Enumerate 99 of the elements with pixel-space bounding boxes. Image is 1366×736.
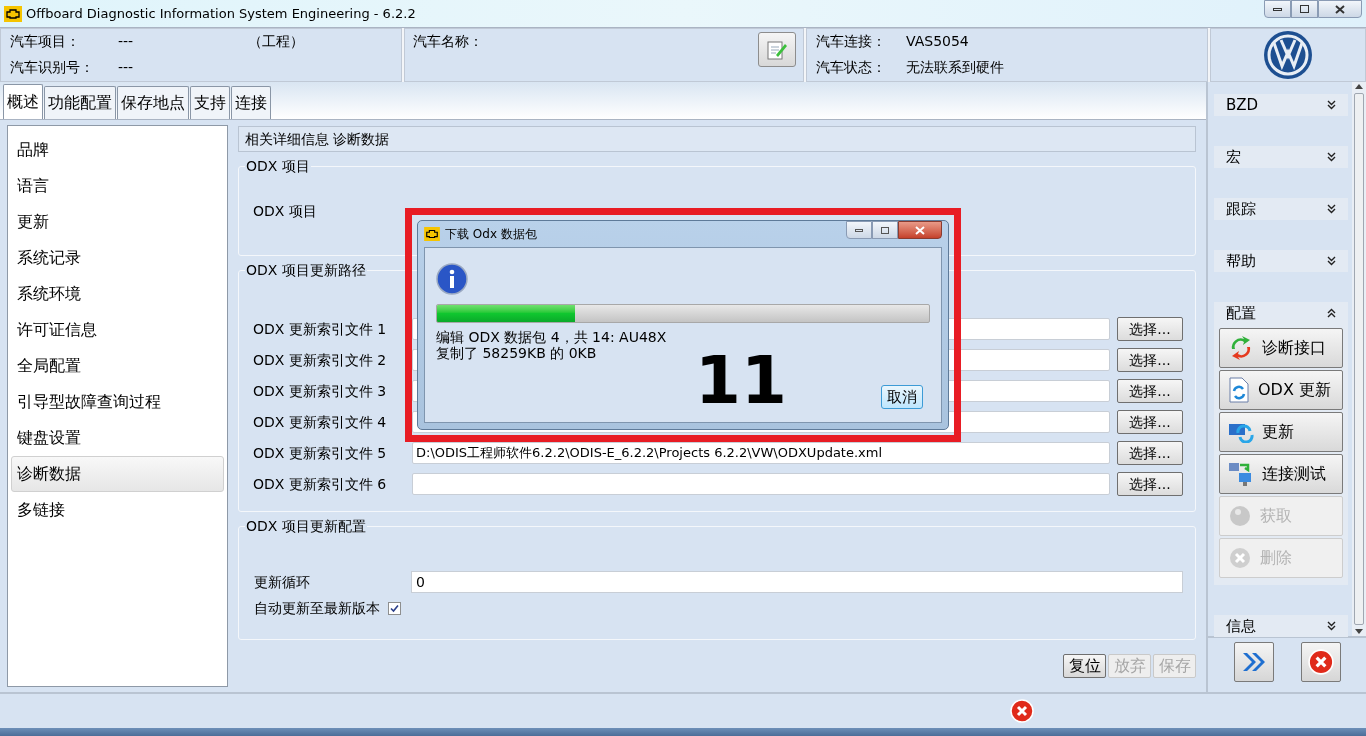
sidebar-item[interactable]: 系统环境: [11, 276, 224, 312]
field-label: ODX 更新索引文件 2: [253, 350, 388, 370]
browse-button[interactable]: 选择...: [1117, 317, 1183, 341]
exit-button[interactable]: [1300, 642, 1341, 682]
maximize-button[interactable]: [1291, 0, 1318, 18]
close-icon: [915, 225, 925, 235]
tab[interactable]: 连接: [231, 86, 271, 119]
sidebar-item[interactable]: 多链接: [11, 492, 224, 528]
panel-header[interactable]: BZD: [1214, 94, 1348, 116]
panel-header[interactable]: 信息: [1214, 615, 1348, 637]
field-label: ODX 更新索引文件 6: [253, 474, 388, 494]
close-icon: [1335, 4, 1345, 14]
field-label: 汽车连接：: [816, 32, 887, 51]
status-text: 编辑 ODX 数据包 4，共 14: AU48X: [436, 329, 668, 345]
scroll-down-icon[interactable]: [1355, 629, 1363, 634]
close-icon[interactable]: [1307, 649, 1334, 675]
field-value: ---: [118, 32, 135, 51]
tab[interactable]: 支持: [190, 86, 230, 119]
sidebar-item[interactable]: 更新: [11, 204, 224, 240]
field-label: ODX 更新索引文件 4: [253, 412, 388, 432]
engine-icon: [4, 5, 22, 22]
status-text: 复制了 58259KB 的 0KB: [436, 345, 598, 361]
sidebar-item[interactable]: 系统记录: [11, 240, 224, 276]
window-title: Offboard Diagnostic Information System Engineering - 6.2.2: [26, 4, 416, 23]
scroll-up-icon[interactable]: [1355, 84, 1363, 89]
field-label: ODX 更新索引文件 5: [253, 443, 388, 463]
engine-icon: [424, 227, 440, 241]
scrollbar[interactable]: [1352, 82, 1366, 636]
sidebar-item[interactable]: 语言: [11, 168, 224, 204]
field-label: 汽车识别号：: [10, 58, 95, 77]
tab[interactable]: 保存地点: [117, 86, 189, 119]
error-icon[interactable]: [1010, 699, 1034, 723]
sidebar-item[interactable]: 品牌: [11, 132, 224, 168]
field-value: ---: [118, 58, 134, 77]
field-value: （工程）: [248, 32, 304, 51]
collapse-icon[interactable]: [1327, 308, 1336, 318]
field-label: 汽车状态：: [816, 58, 887, 77]
browse-button[interactable]: 选择...: [1117, 472, 1183, 496]
sidebar-item[interactable]: 引导型故障查询过程: [11, 384, 224, 420]
action-button[interactable]: ODX 更新: [1219, 370, 1343, 410]
field-label: ODX 更新索引文件 3: [253, 381, 388, 401]
field-label: 更新循环: [254, 572, 311, 592]
field-label: ODX 更新索引文件 1: [253, 319, 388, 339]
expand-icon[interactable]: [1327, 204, 1336, 214]
field-label: 自动更新至最新版本: [254, 598, 380, 618]
forward-button[interactable]: [1233, 642, 1274, 682]
expand-icon[interactable]: [1327, 256, 1336, 266]
path-field[interactable]: [412, 473, 1110, 495]
notepad-icon: [766, 38, 788, 61]
panel-header[interactable]: 配置: [1214, 302, 1348, 324]
group-title: ODX 项目更新配置: [245, 517, 367, 536]
field-value: 无法联系到硬件: [906, 58, 1004, 77]
field-label: ODX 项目: [253, 202, 318, 221]
minimize-button[interactable]: [846, 221, 872, 239]
countdown-number: 11: [695, 348, 787, 414]
dialog-title: 下载 Odx 数据包: [445, 226, 537, 243]
panel-title: 配置: [1226, 302, 1256, 324]
browse-button[interactable]: 选择...: [1117, 379, 1183, 403]
tab[interactable]: 概述: [3, 84, 43, 119]
notepad-button[interactable]: [758, 32, 796, 67]
panel-title: BZD: [1226, 94, 1259, 116]
browse-button[interactable]: 选择...: [1117, 348, 1183, 372]
sidebar-item[interactable]: 许可证信息: [11, 312, 224, 348]
sidebar-item[interactable]: 诊断数据: [11, 456, 224, 492]
panel-header[interactable]: 帮助: [1214, 250, 1348, 272]
sidebar-item[interactable]: 键盘设置: [11, 420, 224, 456]
action-button[interactable]: 连接测试: [1219, 454, 1343, 494]
maximize-button[interactable]: [872, 221, 898, 239]
group-title: ODX 项目: [245, 157, 311, 176]
expand-icon[interactable]: [1327, 621, 1336, 631]
expand-icon[interactable]: [1327, 100, 1336, 110]
browse-button[interactable]: 选择...: [1117, 410, 1183, 434]
minimize-button[interactable]: [1264, 0, 1291, 18]
checkbox[interactable]: [388, 601, 401, 615]
info-icon: [436, 263, 468, 295]
group-title: ODX 项目更新路径: [245, 261, 367, 280]
field-label: 汽车名称：: [413, 32, 483, 51]
panel-header[interactable]: 宏: [1214, 146, 1348, 168]
panel-title: 跟踪: [1226, 198, 1256, 220]
sidebar-item[interactable]: 全局配置: [11, 348, 224, 384]
action-button[interactable]: 诊断接口: [1219, 328, 1343, 368]
panel-title: 信息: [1226, 615, 1256, 637]
expand-icon[interactable]: [1327, 152, 1336, 162]
cancel-button[interactable]: 取消: [881, 385, 923, 409]
close-button[interactable]: [898, 221, 942, 239]
browse-button[interactable]: 选择...: [1117, 441, 1183, 465]
panel-header[interactable]: 跟踪: [1214, 198, 1348, 220]
close-button[interactable]: [1318, 0, 1362, 18]
panel-title: 宏: [1226, 146, 1241, 168]
field-value: VAS5054: [906, 32, 969, 51]
cycle-field[interactable]: 0: [411, 571, 1183, 593]
form-button[interactable]: 复位: [1063, 654, 1106, 678]
tab[interactable]: 功能配置: [44, 86, 116, 119]
details-header: 相关详细信息 诊断数据: [238, 126, 1196, 152]
path-field[interactable]: D:\ODIS工程师软件6.2.2\ODIS-E_6.2.2\Projects 6.2.2\VW\ODXUpdate.xml: [412, 442, 1110, 464]
field-label: 汽车项目：: [10, 32, 81, 51]
logo-icon: [1263, 30, 1313, 80]
panel-title: 帮助: [1226, 250, 1256, 272]
action-button[interactable]: 更新: [1219, 412, 1343, 452]
